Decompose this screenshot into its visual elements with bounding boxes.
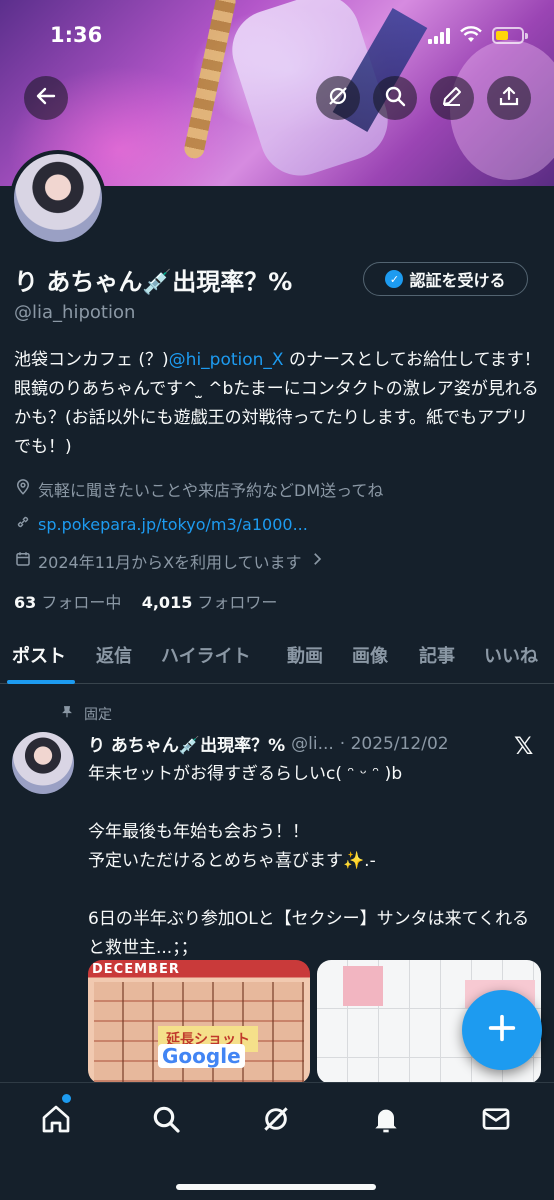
tab-posts[interactable]: ポスト [12,642,66,668]
location-pin-icon [14,478,32,500]
profile-display-name: り あちゃん💉出現率？% [14,268,293,296]
verified-badge-icon: ✓ [385,270,404,288]
bio-text-start: 池袋コンカフェ (？) [14,350,169,370]
battery-icon [492,27,528,44]
profile-location: 気軽に聞きたいことや来店予約などDM送ってね [14,477,383,501]
followers-label: フォロワー [197,593,278,612]
status-time: 1:36 [50,23,103,47]
compose-button[interactable] [462,990,542,1070]
post-header: り あちゃん💉出現率？% @li... · 2025/12/02 [88,731,449,757]
cellular-signal-icon [428,28,454,44]
envelope-icon [480,1103,512,1139]
nav-notifications[interactable] [366,1101,406,1141]
chevron-right-icon [308,550,326,572]
post-image-schedule[interactable]: DECEMBER 延長ショット Google [88,960,310,1084]
calendar-icon [14,550,32,572]
nav-home[interactable] [36,1101,76,1141]
post-date[interactable]: · 2025/12/02 [340,734,449,754]
nav-search[interactable] [146,1101,186,1141]
search-icon [150,1103,182,1139]
profile-bio: 池袋コンカフェ (？)@hi_potion_X のナースとしてお給仕してます！眼… [14,346,544,462]
pin-icon [60,705,74,723]
search-icon [383,84,407,112]
profile-handle: @lia_hipotion [14,302,136,323]
search-button[interactable] [373,76,417,120]
post-author-name[interactable]: り あちゃん💉出現率？% [88,731,285,756]
following-count: 63 [14,593,37,612]
link-icon [14,513,32,535]
google-event-badge: Google [158,1044,245,1068]
home-unread-dot [62,1094,71,1103]
grok-icon [326,84,350,112]
pinned-label: 固定 [84,707,112,723]
following-link[interactable]: 63 フォロー中 [14,593,121,612]
back-arrow-icon [34,84,58,112]
profile-joined[interactable]: 2024年11月からXを利用しています [14,549,326,573]
profile-website: sp.pokepara.jp/tokyo/m3/a1000... [14,513,308,535]
get-verified-label: 認証を受ける [409,271,506,290]
website-link[interactable]: sp.pokepara.jp/tokyo/m3/a1000... [38,515,308,534]
get-verified-button[interactable]: ✓ 認証を受ける [363,262,528,296]
calendar-highlight [343,966,383,1006]
active-tab-indicator [7,680,75,684]
post-text: 年末セットがお得すぎるらしいc( ᵔ ᵕ ᵔ )b 今年最後も年始も会おう！！ … [88,764,530,958]
x-logo-icon: 𝕏 [514,732,534,760]
nav-messages[interactable] [476,1101,516,1141]
share-button[interactable] [487,76,531,120]
follow-stats: 63 フォロー中 4,015 フォロワー [14,589,277,613]
tab-articles[interactable]: 記事 [419,642,455,668]
bell-icon [370,1103,402,1139]
home-indicator [176,1184,376,1190]
location-text: 気軽に聞きたいことや来店予約などDM送ってね [38,481,384,500]
nav-grok[interactable] [256,1101,296,1141]
tab-replies[interactable]: 返信 [96,642,132,668]
post-author-avatar[interactable] [12,732,74,794]
back-button[interactable] [24,76,68,120]
schedule-title: DECEMBER [92,962,180,977]
edit-button[interactable] [430,76,474,120]
profile-avatar[interactable] [10,150,106,246]
followers-link[interactable]: 4,015 フォロワー [142,593,278,612]
tab-videos[interactable]: 動画 [287,642,323,668]
profile-tabs: ポスト 返信 ハイライト 動画 画像 記事 いいね [0,632,554,684]
bottom-navigation [0,1082,554,1200]
status-bar: 1:36 [0,0,554,70]
wifi-icon [460,26,482,49]
grok-button[interactable] [316,76,360,120]
tab-highlights[interactable]: ハイライト [161,642,251,668]
following-label: フォロー中 [41,593,122,612]
plus-icon [485,1011,519,1049]
tab-images[interactable]: 画像 [352,642,388,668]
pinned-indicator: 固定 [60,704,112,724]
grok-icon [260,1103,292,1139]
followers-count: 4,015 [141,593,193,612]
home-icon [40,1103,72,1139]
share-icon [497,84,521,112]
bio-mention-link[interactable]: @hi_potion_X [169,350,284,370]
post-author-handle[interactable]: @li... [291,734,334,754]
tab-likes[interactable]: いいね [484,642,538,668]
edit-icon [440,84,464,112]
joined-text: 2024年11月からXを利用しています [38,553,302,572]
